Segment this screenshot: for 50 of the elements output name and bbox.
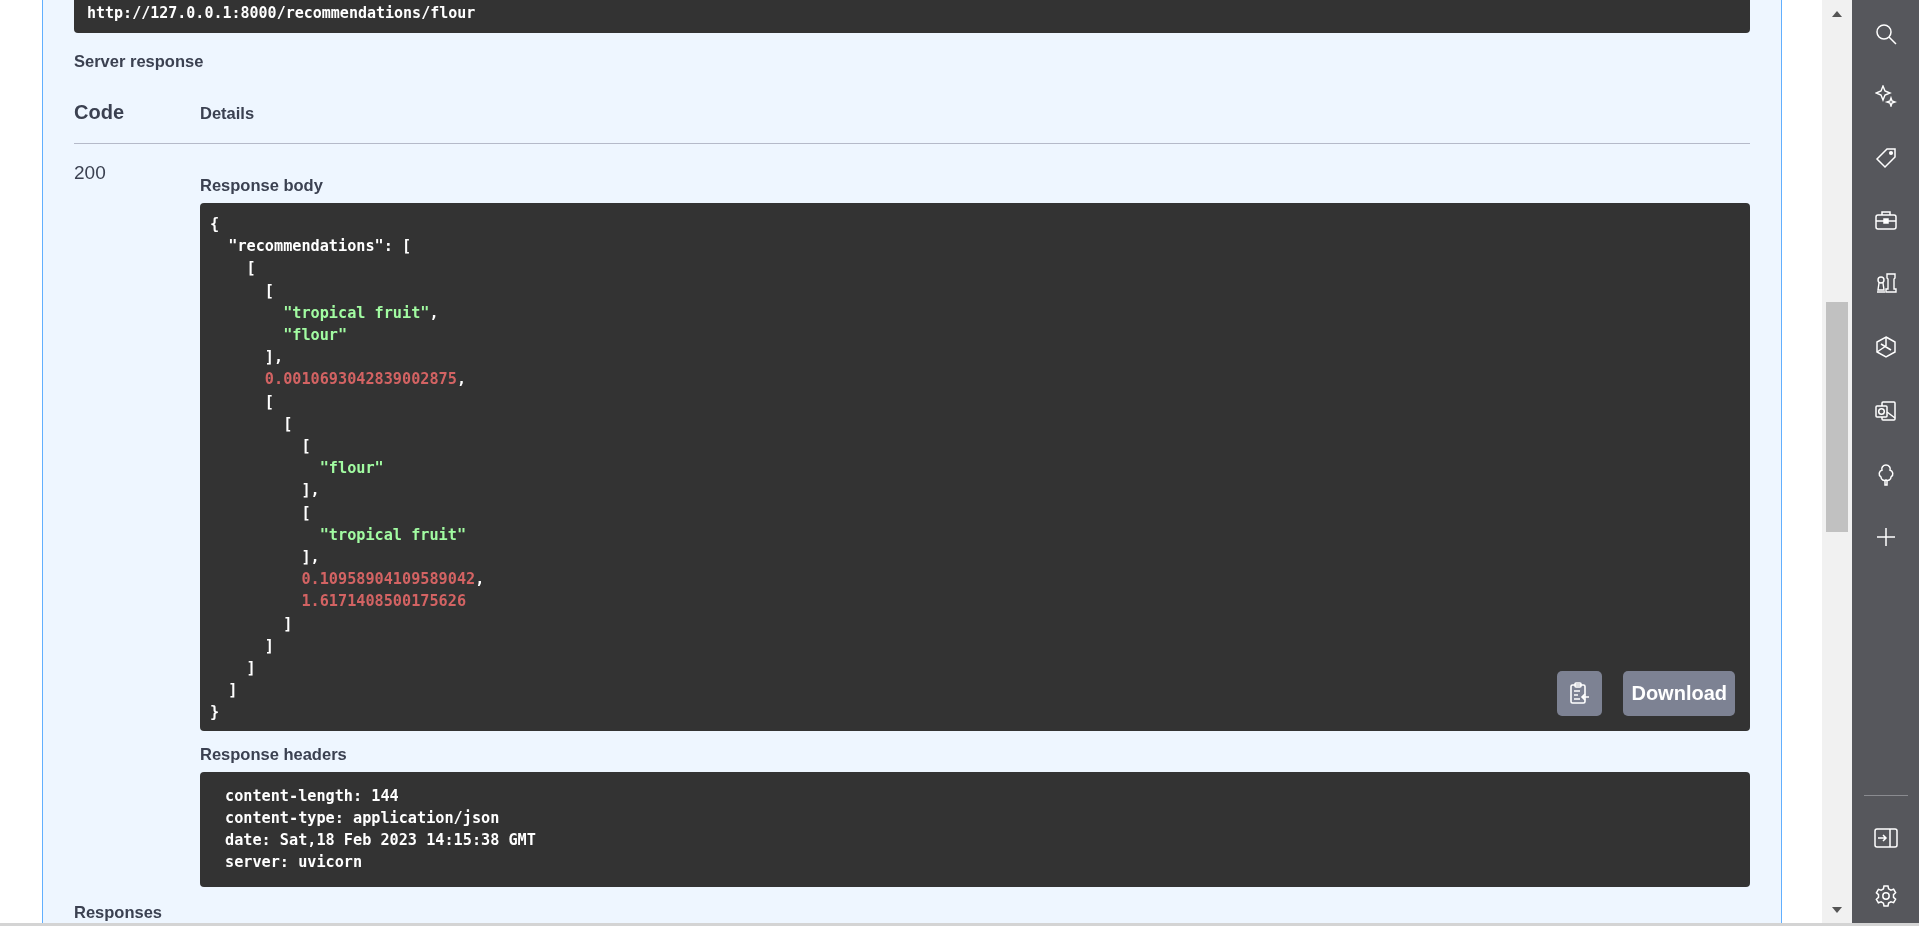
column-header: Code xyxy=(74,101,125,124)
request-url: http://127.0.0.1:8000/recommendations/flour xyxy=(74,0,1750,33)
scroll-thumb[interactable] xyxy=(1826,302,1848,532)
code-line: ] xyxy=(263,635,274,657)
header-line: content-type: application/json xyxy=(225,807,500,829)
response-headers-label: Response headers xyxy=(200,744,348,764)
code-line: [ xyxy=(300,436,311,458)
status-code: 200 xyxy=(74,162,107,185)
code-line: "tropical fruit" xyxy=(318,524,467,546)
code-line: ], xyxy=(300,547,320,569)
search-icon[interactable] xyxy=(1874,23,1897,45)
code-line: ] xyxy=(282,613,293,635)
code-line: 1.6171408500175626 xyxy=(300,591,467,613)
section-title: Server response xyxy=(74,52,205,71)
code-line: ], xyxy=(263,347,284,369)
code-line: [ xyxy=(263,391,274,413)
tag-icon[interactable] xyxy=(1874,147,1897,169)
code-line: "tropical fruit", xyxy=(282,302,439,324)
clipboard-icon xyxy=(1568,681,1591,706)
settings-icon[interactable] xyxy=(1873,884,1898,908)
header-line: date: Sat,18 Feb 2023 14:15:38 GMT xyxy=(225,830,536,852)
scrollbar[interactable] xyxy=(1822,0,1852,923)
code-line: ], xyxy=(300,480,320,502)
header-line: content-length: 144 xyxy=(225,785,399,807)
column-header: Details xyxy=(200,104,255,123)
hexagon-icon[interactable] xyxy=(1873,335,1898,359)
code-line: ] xyxy=(227,680,238,702)
code-line: [ xyxy=(263,280,274,302)
plus-icon[interactable] xyxy=(1875,527,1896,547)
sparkle-icon[interactable] xyxy=(1874,85,1897,107)
code-line: "flour" xyxy=(282,325,348,346)
code-line: 0.10958904109589042, xyxy=(300,569,485,591)
code-line: "flour" xyxy=(318,458,384,480)
header-line: server: uvicorn xyxy=(225,852,363,874)
code-line: [ xyxy=(282,413,293,435)
code-line: } xyxy=(210,702,220,724)
response-body-label: Response body xyxy=(200,176,324,195)
download-button[interactable]: Download xyxy=(1623,670,1735,716)
briefcase-icon[interactable] xyxy=(1873,209,1898,231)
code-line: [ xyxy=(245,258,256,280)
code-line: { xyxy=(210,214,220,235)
code-line: [ xyxy=(300,502,311,524)
copy-button[interactable] xyxy=(1557,670,1603,716)
code-line: 0.0010693042839002875, xyxy=(263,369,467,391)
code-line: "recommendations": [ xyxy=(227,236,412,258)
code-line: ] xyxy=(245,658,256,680)
scroll-down-icon[interactable] xyxy=(1832,907,1842,913)
mail-icon[interactable] xyxy=(1873,399,1898,423)
scroll-up-icon[interactable] xyxy=(1832,11,1842,17)
section-title: Responses xyxy=(74,903,164,923)
